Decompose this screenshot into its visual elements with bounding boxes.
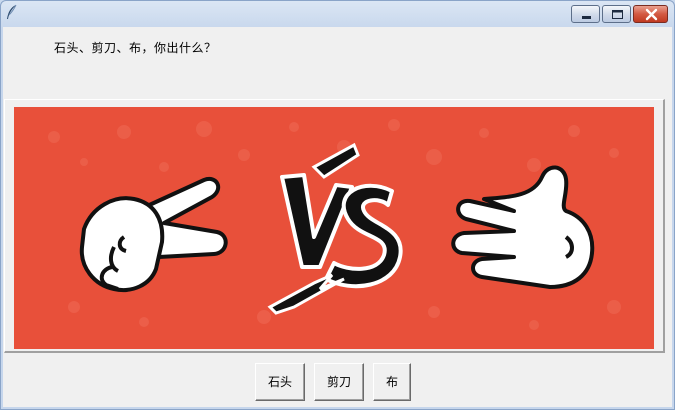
close-button[interactable]: [633, 5, 668, 23]
question-label: 石头、剪刀、布，你出什么？: [54, 41, 217, 55]
rock-button[interactable]: 石头: [255, 363, 305, 401]
minimize-icon: [582, 16, 591, 19]
versus-image: [14, 107, 654, 349]
close-icon: [645, 8, 658, 21]
feather-icon: [5, 4, 19, 20]
paper-button[interactable]: 布: [373, 363, 411, 401]
maximize-icon: [612, 10, 623, 19]
client-area: 石头、剪刀、布，你出什么？ 石头 剪刀 布: [3, 27, 672, 407]
title-bar[interactable]: [1, 1, 674, 25]
maximize-button[interactable]: [602, 5, 631, 23]
minimize-button[interactable]: [571, 5, 600, 23]
app-window: 石头、剪刀、布，你出什么？ 石头 剪刀 布: [0, 0, 675, 410]
scissors-button[interactable]: 剪刀: [314, 363, 364, 401]
game-image-frame: [4, 99, 665, 353]
